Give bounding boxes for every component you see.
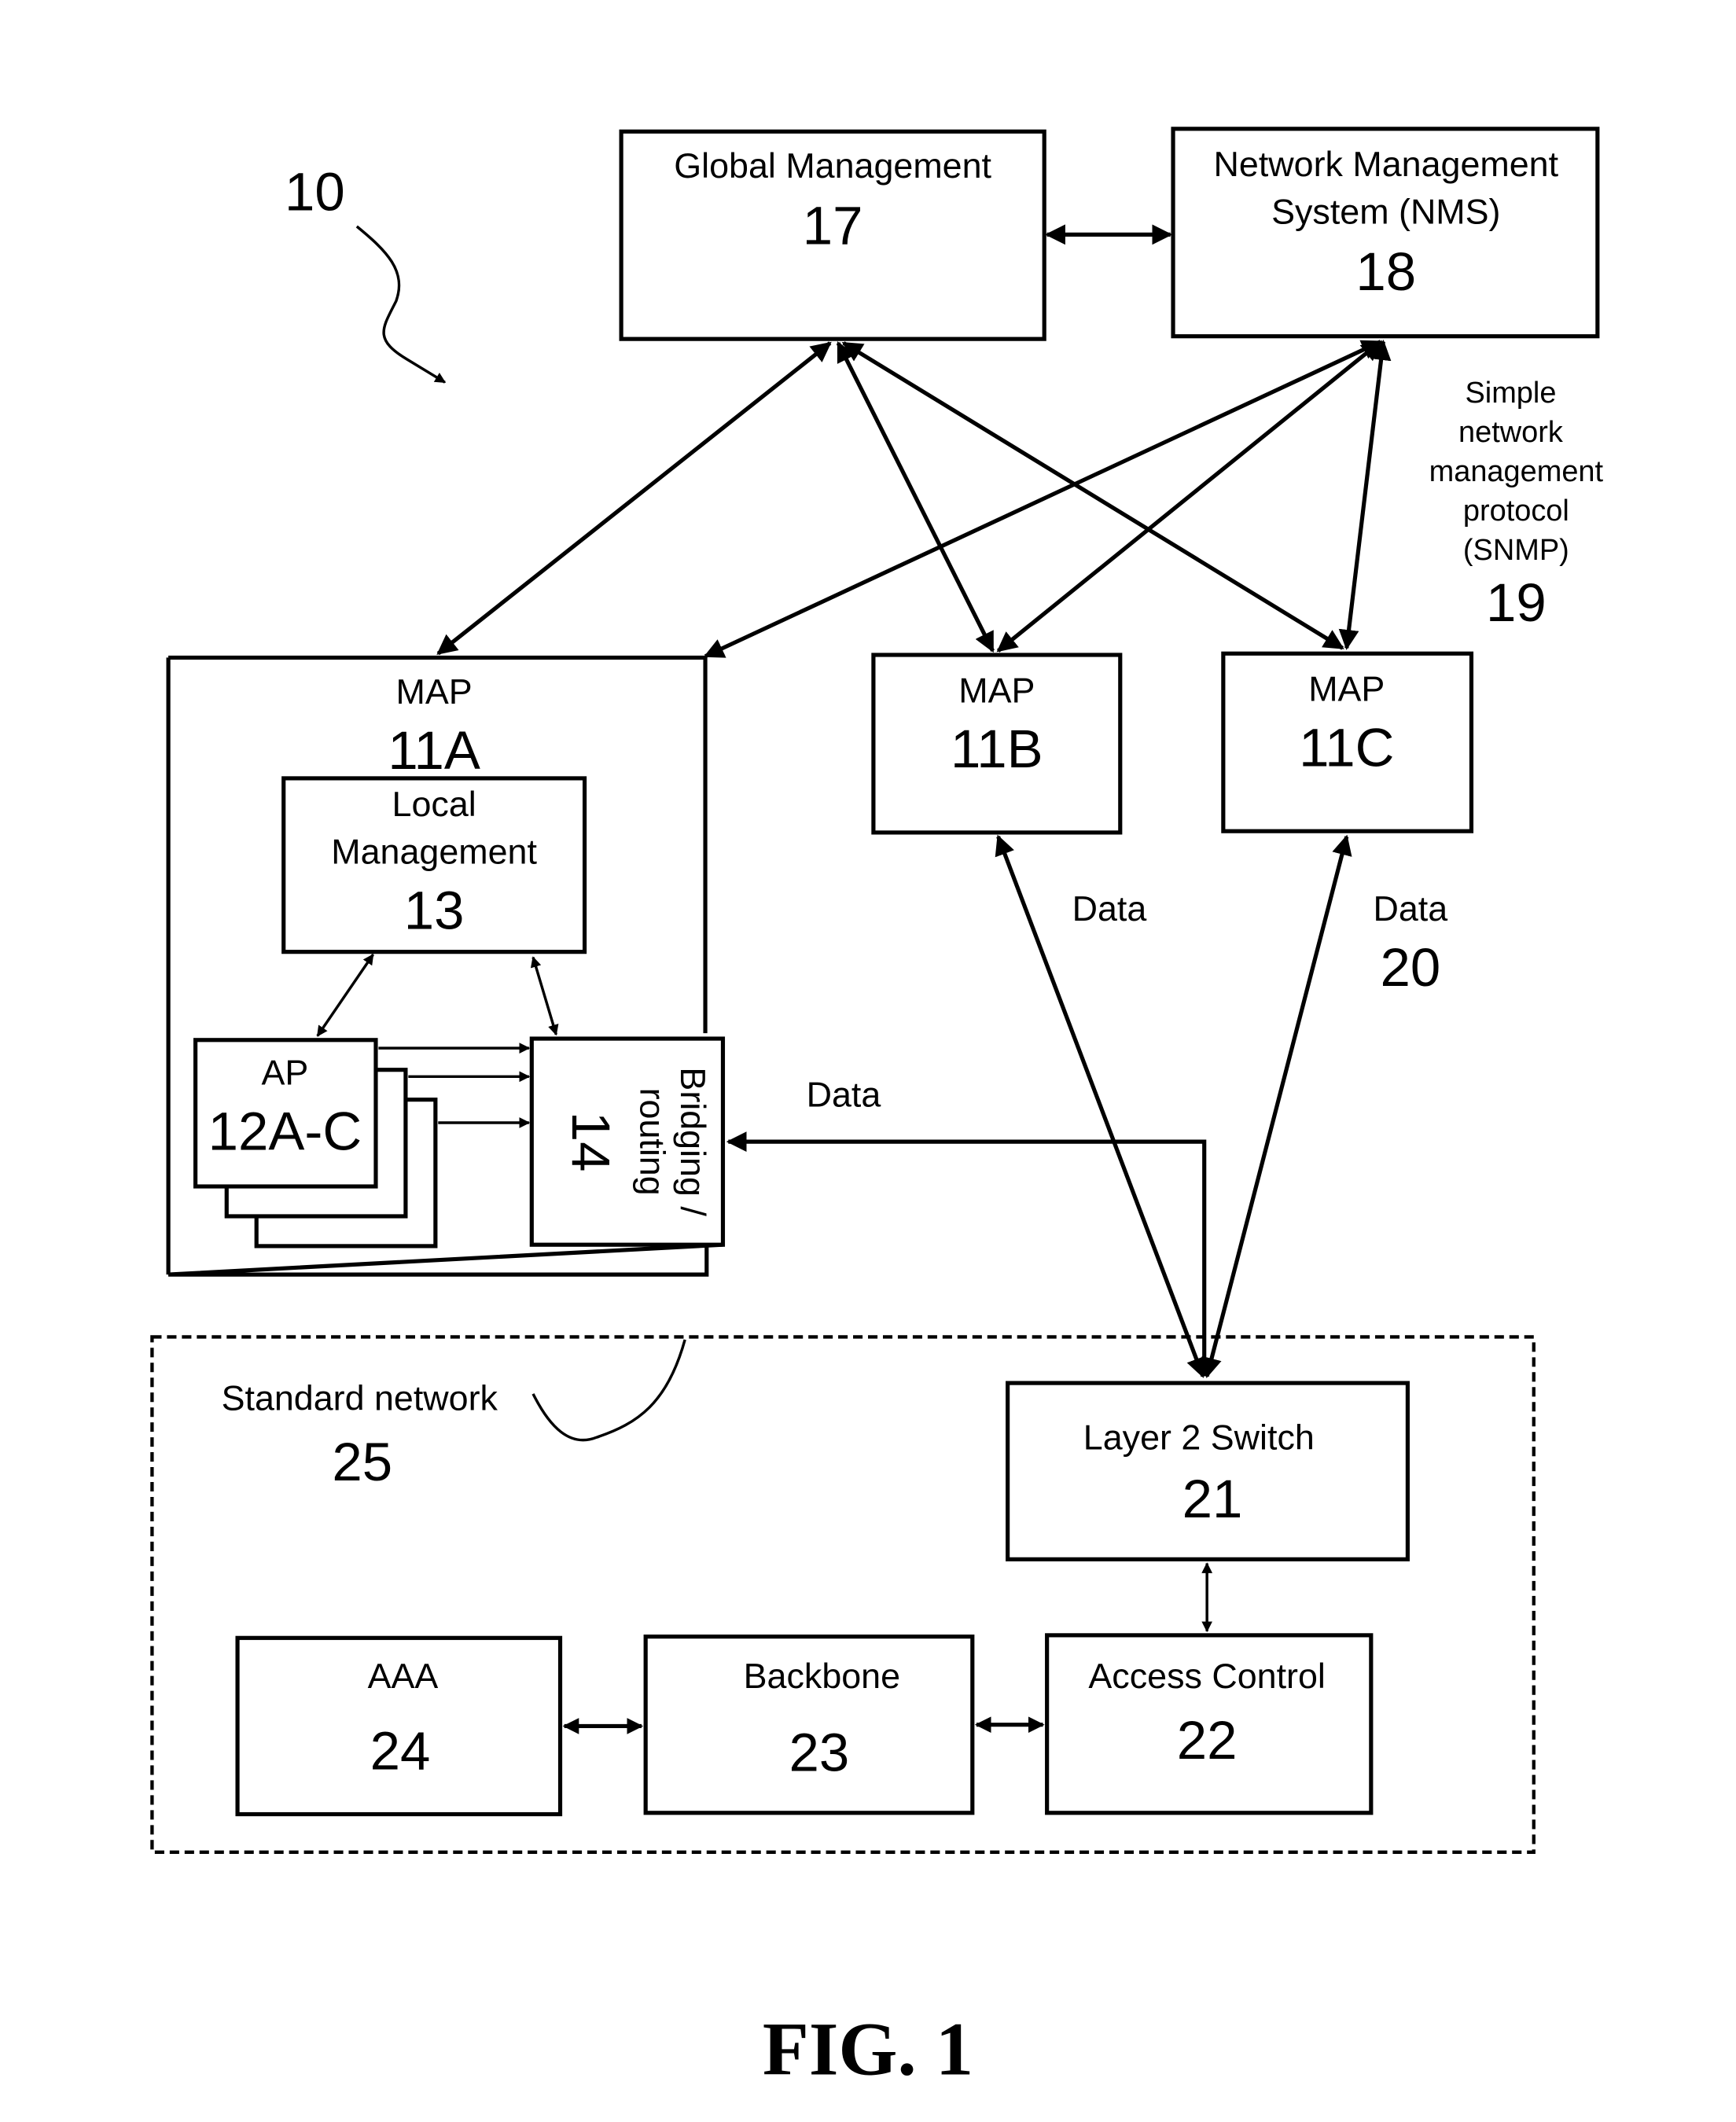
localmgmt-bridging-link bbox=[530, 956, 559, 1036]
backbone-number: 23 bbox=[789, 1722, 850, 1782]
nms-map11b-link bbox=[996, 340, 1382, 653]
aaa-node[interactable]: AAA 24 bbox=[235, 1635, 563, 1817]
snmp-number: 19 bbox=[1486, 572, 1547, 633]
global-management-node[interactable]: Global Management 17 bbox=[619, 129, 1046, 341]
global-management-label: Global Management bbox=[674, 145, 991, 186]
map-11c-number: 11C bbox=[1299, 717, 1394, 778]
access-control-node[interactable]: Access Control 22 bbox=[1045, 1633, 1374, 1815]
standard-network-leader-curve bbox=[531, 1339, 686, 1442]
network-diagram: 10 Global Management 17 Network Manageme… bbox=[150, 127, 1604, 2091]
standard-network-number: 25 bbox=[332, 1432, 392, 1492]
bridging-number: 14 bbox=[561, 1112, 621, 1172]
map-11b-label: MAP bbox=[958, 670, 1035, 710]
aaa-number: 24 bbox=[370, 1721, 431, 1782]
access-control-label: Access Control bbox=[1088, 1656, 1325, 1696]
ap-number: 12A-C bbox=[208, 1101, 362, 1161]
global-management-number: 17 bbox=[803, 195, 863, 256]
backbone-node[interactable]: Backbone 23 bbox=[643, 1635, 975, 1815]
backbone-label: Backbone bbox=[744, 1656, 900, 1696]
ap-label: AP bbox=[262, 1053, 309, 1093]
layer2-switch-number: 21 bbox=[1182, 1469, 1243, 1529]
map-11a-label: MAP bbox=[396, 671, 473, 712]
data-label-middle: Data bbox=[1072, 888, 1147, 929]
nms-map11c-link bbox=[1338, 340, 1392, 650]
map11c-switch-data-link bbox=[1201, 834, 1352, 1378]
map-11a-number: 11A bbox=[388, 720, 480, 781]
bridging-routing-node[interactable]: Bridging / routing 14 bbox=[529, 1036, 726, 1247]
access-control-number: 22 bbox=[1177, 1710, 1238, 1771]
snmp-line: protocol bbox=[1463, 495, 1569, 528]
local-management-node[interactable]: Local Management 13 bbox=[281, 776, 587, 954]
local-management-number: 13 bbox=[404, 880, 465, 940]
local-management-label-line2: Management bbox=[331, 832, 537, 872]
bridging-label-line1: Bridging / bbox=[673, 1067, 713, 1216]
reference-squiggle-arrow bbox=[355, 225, 447, 384]
snmp-line: (SNMP) bbox=[1463, 534, 1569, 567]
nms-number: 18 bbox=[1355, 241, 1416, 302]
aaa-label: AAA bbox=[368, 1656, 439, 1696]
gm-map11c-link bbox=[841, 341, 1344, 650]
switch-bridging-data-link bbox=[726, 1131, 1207, 1377]
snmp-line: network bbox=[1458, 416, 1564, 449]
figure-ref-number: 10 bbox=[285, 161, 345, 222]
layer2-switch-label: Layer 2 Switch bbox=[1083, 1418, 1315, 1458]
map-11c-label: MAP bbox=[1308, 669, 1385, 709]
layer2-switch-node[interactable]: Layer 2 Switch 21 bbox=[1006, 1381, 1410, 1561]
snmp-annotation: Simple network management protocol (SNMP… bbox=[1429, 377, 1604, 633]
nms-label-line2: System (NMS) bbox=[1271, 192, 1500, 232]
map-11b-number: 11B bbox=[951, 719, 1043, 779]
map-11b-node[interactable]: MAP 11B bbox=[871, 653, 1123, 835]
data-number-20: 20 bbox=[1380, 937, 1440, 998]
map-11c-node[interactable]: MAP 11C bbox=[1221, 651, 1474, 833]
local-management-label-line1: Local bbox=[392, 784, 476, 824]
gm-map11a-link bbox=[436, 341, 832, 656]
snmp-line: management bbox=[1429, 455, 1604, 488]
nms-node[interactable]: Network Management System (NMS) 18 bbox=[1171, 127, 1600, 339]
standard-network-label: Standard network bbox=[222, 1378, 498, 1418]
ap-stack-node[interactable]: AP 12A-C bbox=[193, 1038, 438, 1249]
nms-label-line1: Network Management bbox=[1214, 144, 1559, 184]
snmp-line: Simple bbox=[1465, 377, 1556, 410]
data-label-left: Data bbox=[807, 1074, 881, 1114]
data-label-right: Data bbox=[1373, 888, 1447, 929]
localmgmt-ap-link bbox=[316, 953, 374, 1037]
figure-caption: FIG. 1 bbox=[763, 2007, 973, 2091]
bridging-label-line2: routing bbox=[632, 1088, 672, 1196]
